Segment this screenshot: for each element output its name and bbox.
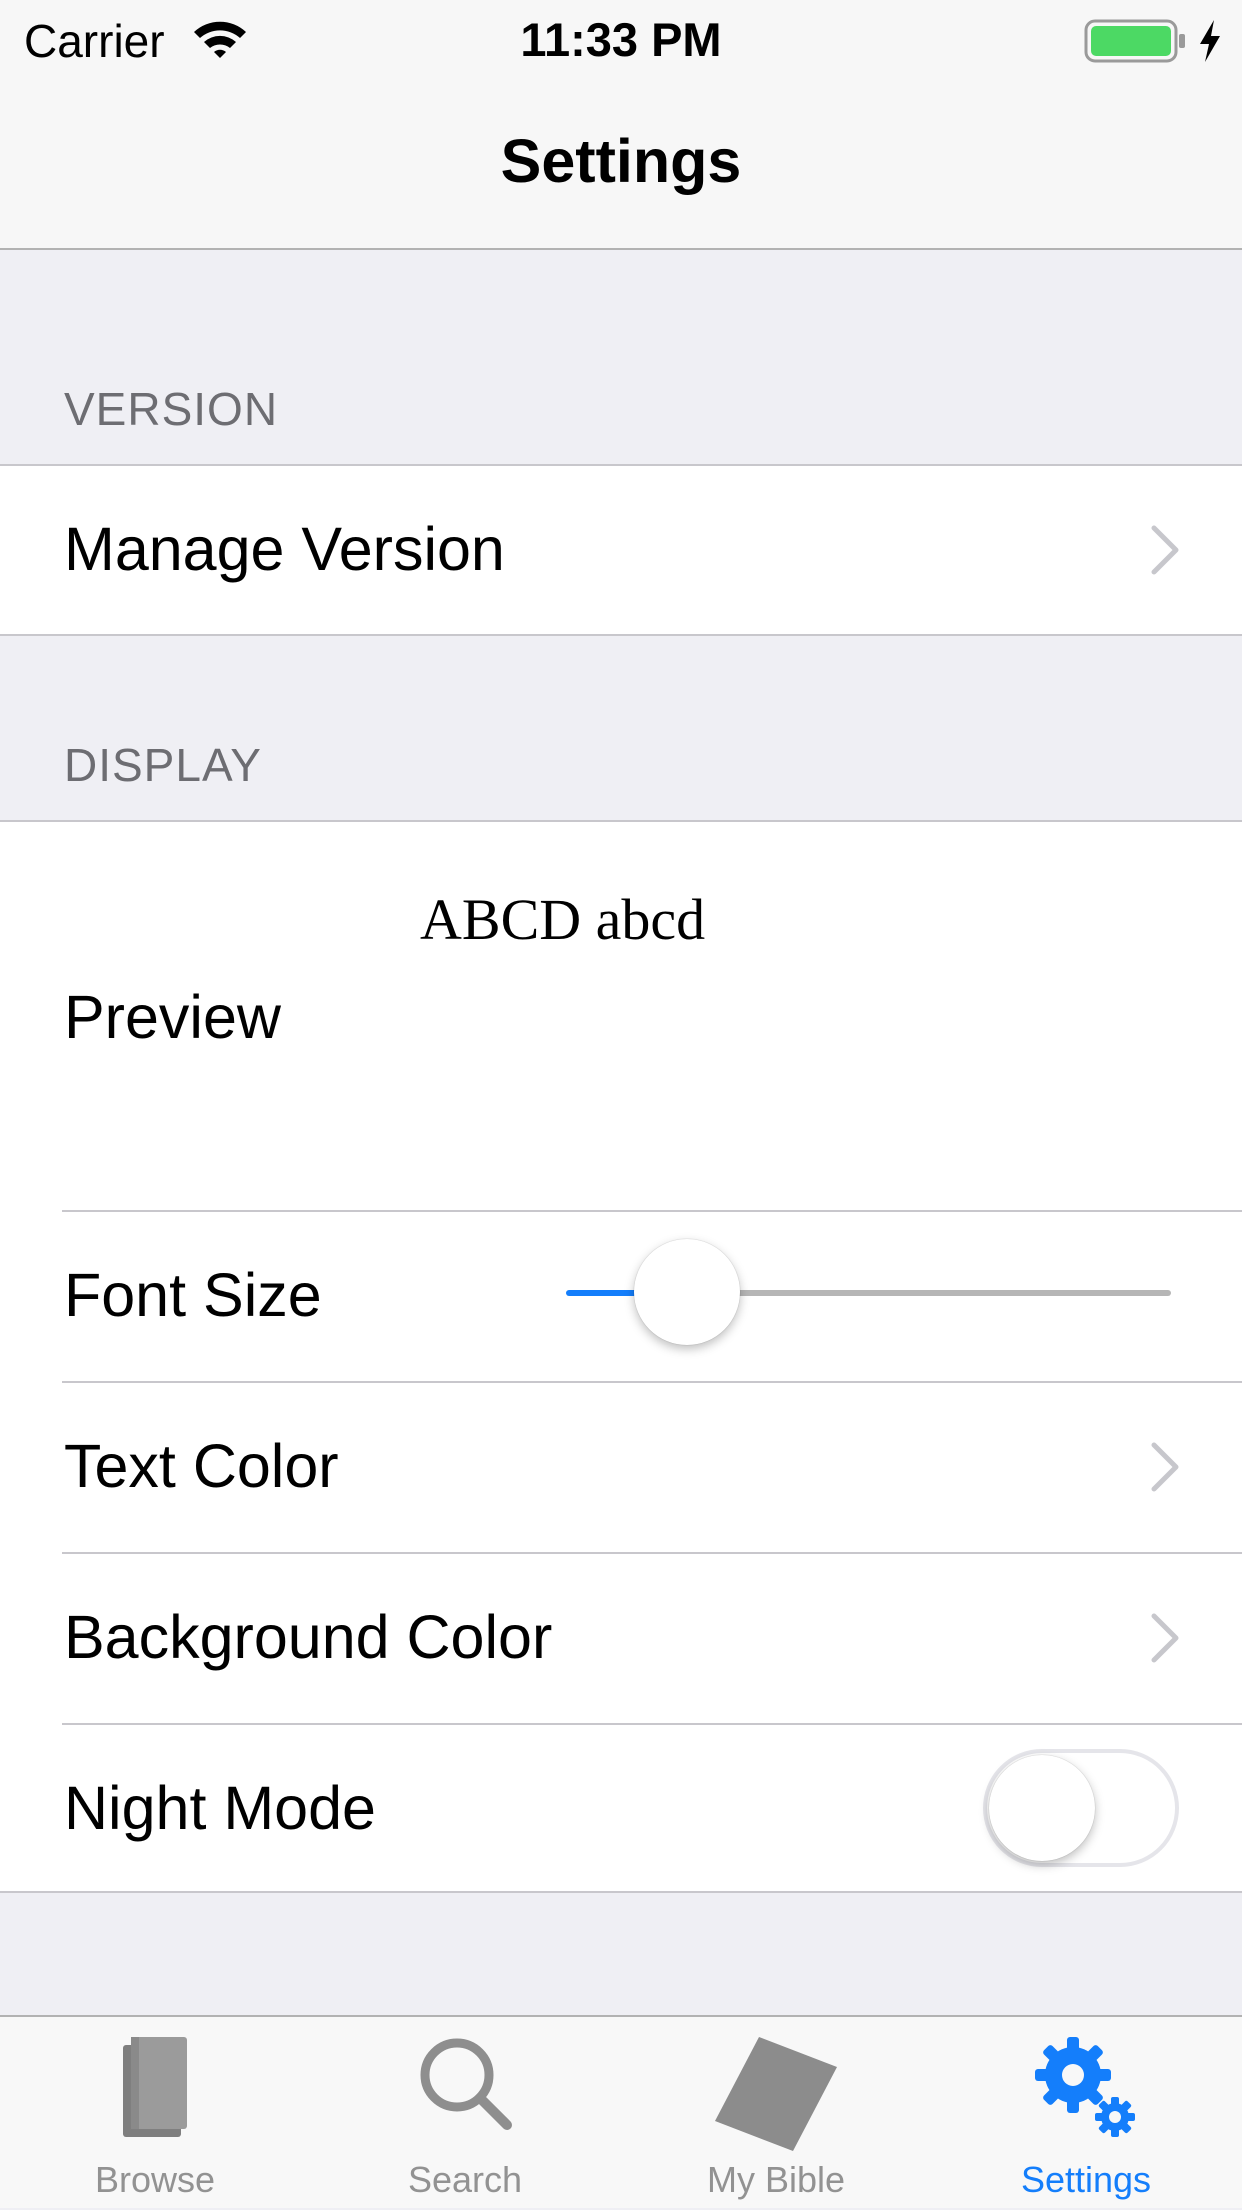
manage-version-row[interactable]: Manage Version [0,466,1242,636]
toggle-knob [989,1755,1095,1861]
tab-my-bible[interactable]: My Bible [621,2017,931,2210]
font-size-row: Font Size [0,1212,1242,1382]
tab-settings[interactable]: Settings [931,2017,1241,2210]
night-mode-toggle[interactable] [983,1749,1179,1867]
page-title: Settings [500,127,742,195]
chevron-right-icon [1151,1442,1179,1492]
background-color-label: Background Color [64,1603,553,1671]
version-group: Manage Version [0,464,1242,636]
tab-label: My Bible [706,2159,846,2200]
text-color-label: Text Color [64,1432,339,1500]
night-mode-label: Night Mode [64,1774,376,1842]
preview-label: Preview [64,983,281,1051]
status-bar: Carrier 11:33 PM [0,0,1242,82]
book-icon [123,2037,187,2137]
chevron-right-icon [1151,525,1179,575]
section-header-display: DISPLAY [64,739,262,791]
tab-label: Browse [94,2159,216,2200]
status-time: 11:33 PM [520,13,722,66]
tablet-icon [715,2037,837,2151]
tab-label: Settings [1020,2159,1152,2200]
tab-bar: Browse Search My Bible Settings [0,2015,1242,2208]
tab-search[interactable]: Search [310,2017,620,2210]
charging-bolt-icon [1200,20,1220,62]
manage-version-label: Manage Version [64,515,505,583]
chevron-right-icon [1151,1613,1179,1663]
night-mode-row: Night Mode [0,1725,1242,1893]
slider-track-empty [686,1290,1171,1296]
gear-icon [1035,2037,1135,2137]
preview-sample-text: ABCD abcd [420,887,706,952]
battery-icon [1084,19,1185,63]
display-group: ABCD abcd Preview Font Size Text Color B… [0,820,1242,1893]
font-size-slider[interactable] [0,1121,1242,1381]
slider-thumb[interactable] [634,1239,740,1345]
text-color-row[interactable]: Text Color [0,1383,1242,1553]
navigation-bar: Settings [0,82,1242,250]
background-color-row[interactable]: Background Color [0,1554,1242,1724]
tab-browse[interactable]: Browse [0,2017,310,2210]
tab-label: Search [407,2159,523,2200]
section-header-version: VERSION [64,383,279,435]
search-icon [420,2038,512,2130]
